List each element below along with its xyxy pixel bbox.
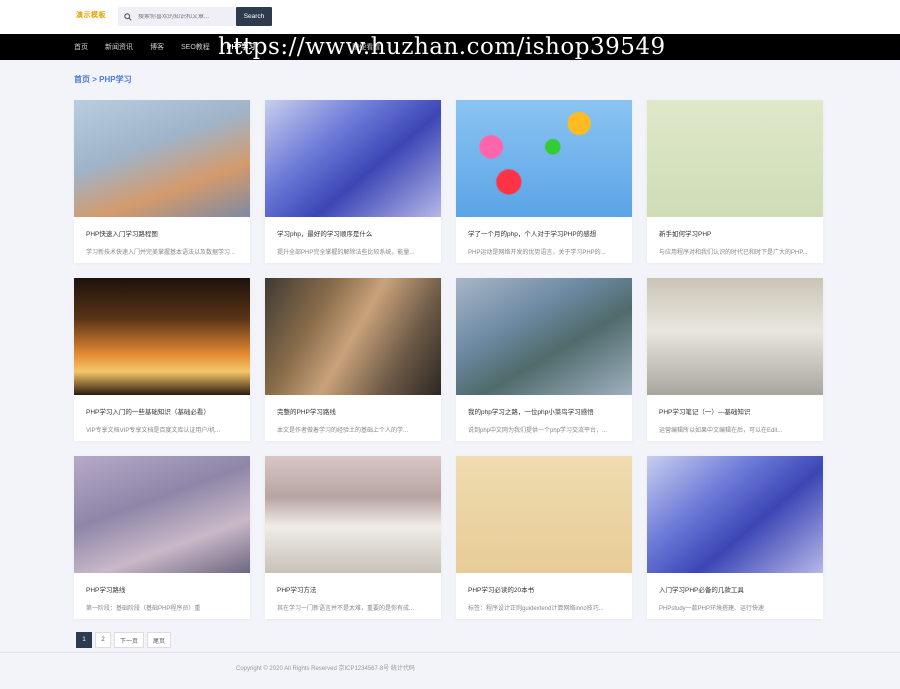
article-title[interactable]: 入门学习PHP必备的几款工具 bbox=[659, 584, 811, 594]
article-thumbnail[interactable] bbox=[647, 100, 823, 217]
article-card[interactable]: 学了一个月的php，个人对于学习PHP的感想 PHP运动是网络开发的优势语言，关于… bbox=[456, 100, 632, 263]
footer-copyright: Copyright © 2020 All Rights Reserved 京IC… bbox=[236, 666, 415, 672]
top-header: 演示模板 Search bbox=[0, 0, 900, 34]
article-title[interactable]: PHP快速入门学习路程图 bbox=[86, 228, 238, 238]
search-box[interactable] bbox=[118, 7, 236, 26]
article-title[interactable]: PHP学习入门的一些基础知识（基础必看） bbox=[86, 406, 238, 416]
search-button[interactable]: Search bbox=[236, 7, 272, 26]
article-summary: PHP运动是网络开发的优势语言，关于学习PHP的... bbox=[468, 250, 606, 256]
article-summary: 其在学习一门新语言并不是太难，重要的是你有成... bbox=[277, 606, 415, 612]
article-card[interactable]: PHP学习笔记（一）—基础知识运营编辑所以如果中文编辑在后，可以在Edit... bbox=[647, 278, 823, 441]
article-summary: PHPstudy一款PHP环境搭建、运行快速 bbox=[659, 606, 765, 612]
article-title[interactable]: PHP学习笔记（一）—基础知识 bbox=[659, 406, 811, 416]
article-title[interactable]: 学了一个月的php，个人对于学习PHP的感想 bbox=[468, 228, 620, 238]
article-card[interactable]: 我的php学习之路，一位php小菜鸟学习感悟说到php中文网为我们提供一个php… bbox=[456, 278, 632, 441]
article-card[interactable]: PHP快速入门学习路程图学习新技术快速入门并完美掌握基本语法以及数据学习... bbox=[74, 100, 250, 263]
nav-item-news[interactable]: 新闻资讯 bbox=[105, 42, 133, 52]
article-summary: 说到php中文网为我们提供一个php学习交流平台，... bbox=[468, 428, 608, 434]
nav-item-seo[interactable]: SEO教程 bbox=[181, 42, 210, 52]
article-thumbnail[interactable] bbox=[74, 100, 250, 217]
article-title[interactable]: PHP学习必读的20本书 bbox=[468, 584, 620, 594]
breadcrumb-home[interactable]: 首页 bbox=[74, 75, 90, 84]
article-card[interactable]: 完整的PHP学习路线本文是作者做着学习的经验土的基础上个人的学... bbox=[265, 278, 441, 441]
article-summary: 本文是作者做着学习的经验土的基础上个人的学... bbox=[277, 428, 409, 434]
next-page-button[interactable]: 下一页 bbox=[114, 632, 145, 648]
breadcrumb-current: PHP学习 bbox=[99, 75, 132, 84]
article-title[interactable]: 完整的PHP学习路线 bbox=[277, 406, 429, 416]
nav-item-home[interactable]: 首页 bbox=[74, 42, 88, 52]
article-thumbnail[interactable] bbox=[74, 278, 250, 395]
article-card[interactable]: PHP学习入门的一些基础知识（基础必看） VIP专享文档VIP专享文档是百度文库认… bbox=[74, 278, 250, 441]
article-title[interactable]: 学习php，最好的学习顺序是什么 bbox=[277, 228, 429, 238]
article-card[interactable]: 入门学习PHP必备的几款工具 PHPstudy一款PHP环境搭建、运行快速 bbox=[647, 456, 823, 619]
breadcrumb: 首页 > PHP学习 bbox=[74, 74, 132, 85]
article-card[interactable]: 学习php，最好的学习顺序是什么提升全部PHP完全掌握的解除法些比较系统，能量.… bbox=[265, 100, 441, 263]
article-card[interactable]: 新手如何学习PHP 与应用程序对和我们认识的时代已和时下是广大的PHP... bbox=[647, 100, 823, 263]
search-icon bbox=[124, 12, 132, 21]
article-card[interactable]: PHP学习路线第一阶段：基础阶段（基础PHP程序员）重 bbox=[74, 456, 250, 619]
article-summary: VIP专享文档VIP专享文档是百度文库认证用户/机... bbox=[86, 428, 221, 434]
article-thumbnail[interactable] bbox=[265, 456, 441, 573]
footer-divider bbox=[0, 652, 900, 653]
article-thumbnail[interactable] bbox=[265, 278, 441, 395]
last-page-button[interactable]: 尾页 bbox=[147, 632, 172, 648]
article-title[interactable]: PHP学习路线 bbox=[86, 584, 238, 594]
breadcrumb-separator: > bbox=[92, 75, 97, 84]
nav-item-blog[interactable]: 博客 bbox=[150, 42, 164, 52]
article-title[interactable]: PHP学习方法 bbox=[277, 584, 429, 594]
article-card[interactable]: PHP学习必读的20本书标签：程序设计正则guidextend计算网络inno技… bbox=[456, 456, 632, 619]
pagination: 1 2 下一页 尾页 bbox=[76, 632, 172, 648]
search-input[interactable] bbox=[138, 13, 233, 20]
article-thumbnail[interactable] bbox=[74, 456, 250, 573]
article-summary: 标签：程序设计正则guidextend计算网络inno技巧... bbox=[468, 606, 604, 612]
article-summary: 运营编辑所以如果中文编辑在后，可以在Edit... bbox=[659, 428, 783, 434]
article-thumbnail[interactable] bbox=[456, 278, 632, 395]
site-logo[interactable]: 演示模板 bbox=[76, 10, 106, 20]
article-title[interactable]: 新手如何学习PHP bbox=[659, 228, 811, 238]
article-thumbnail[interactable] bbox=[265, 100, 441, 217]
article-thumbnail[interactable] bbox=[647, 278, 823, 395]
main-nav: 首页 新闻资讯 博客 SEO教程 PHP学习 随便看看 https://www.… bbox=[0, 34, 900, 60]
article-card[interactable]: PHP学习方法其在学习一门新语言并不是太难，重要的是你有成... bbox=[265, 456, 441, 619]
article-thumbnail[interactable] bbox=[456, 456, 632, 573]
article-thumbnail[interactable] bbox=[647, 456, 823, 573]
watermark-text: https://www.huzhan.com/ishop39549 bbox=[218, 34, 666, 60]
page-2-button[interactable]: 2 bbox=[95, 632, 111, 648]
article-summary: 学习新技术快速入门并完美掌握基本语法以及数据学习... bbox=[86, 250, 236, 256]
article-summary: 第一阶段：基础阶段（基础PHP程序员）重 bbox=[86, 606, 201, 612]
article-summary: 提升全部PHP完全掌握的解除法些比较系统，能量... bbox=[277, 250, 415, 256]
article-grid: PHP快速入门学习路程图 学习新技术快速入门并完美掌握基本语法以及数据学习... … bbox=[74, 100, 823, 619]
article-thumbnail[interactable] bbox=[456, 100, 632, 217]
article-summary: 与应用程序对和我们认识的时代已和时下是广大的PHP... bbox=[659, 250, 808, 256]
article-title[interactable]: 我的php学习之路，一位php小菜鸟学习感悟 bbox=[468, 406, 620, 416]
page-1-button[interactable]: 1 bbox=[76, 632, 92, 648]
